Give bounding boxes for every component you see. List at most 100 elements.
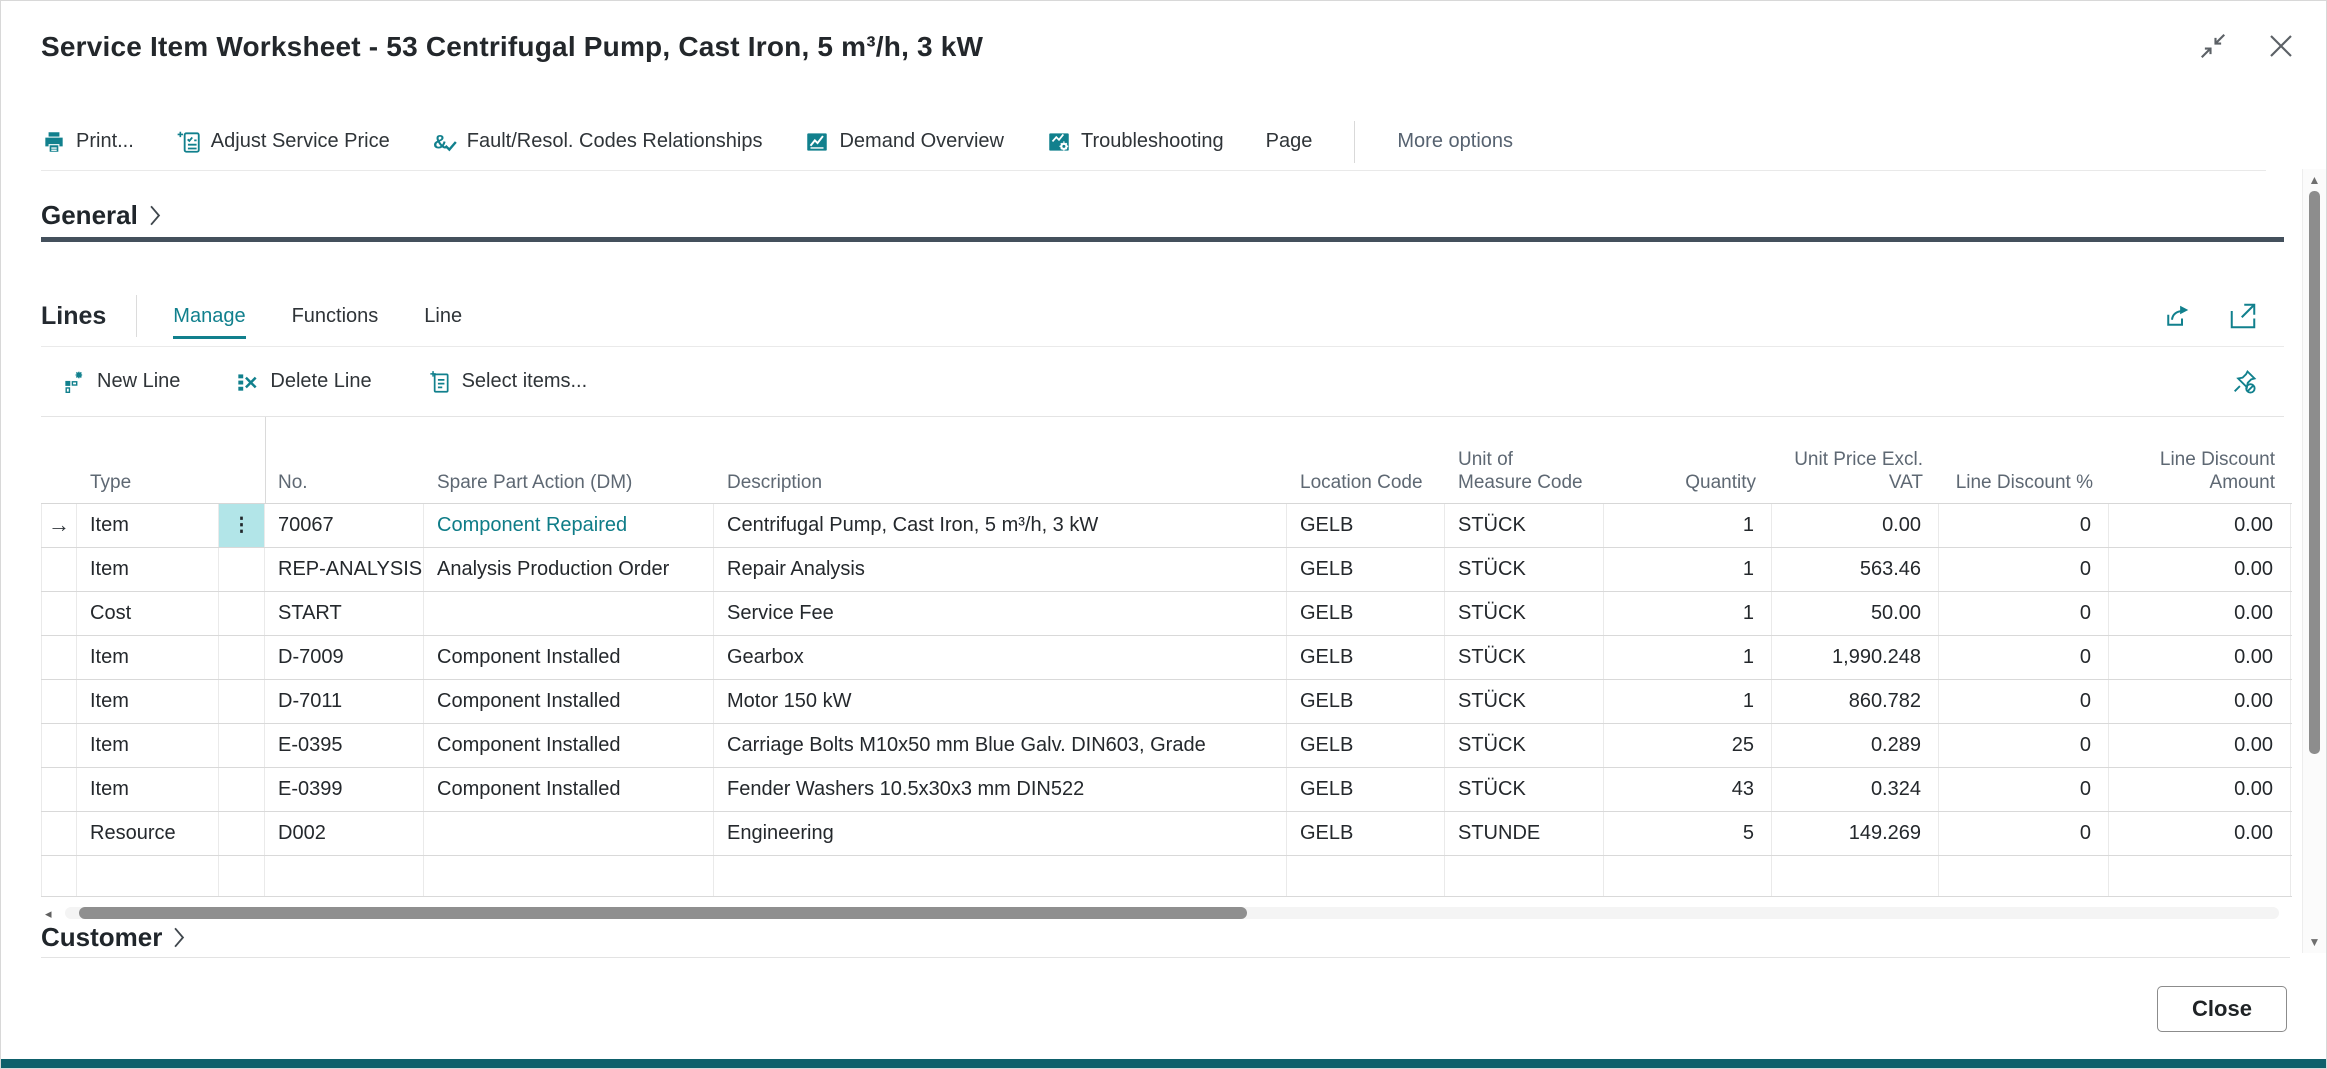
cell-type[interactable]: Item: [77, 504, 219, 547]
cell-line-discount-pct[interactable]: [1939, 856, 2109, 896]
cell-location-code[interactable]: GELB: [1287, 592, 1445, 635]
column-header-uom[interactable]: Unit of Measure Code: [1445, 448, 1604, 503]
fault-resol-codes-relationships-button[interactable]: & Fault/Resol. Codes Relationships: [432, 129, 763, 155]
demand-overview-button[interactable]: Demand Overview: [804, 129, 1004, 155]
cell-line-discount-amount[interactable]: 0.00: [2109, 636, 2291, 679]
cell-unit-price[interactable]: 563.46: [1772, 548, 1939, 591]
cell-description[interactable]: Fender Washers 10.5x30x3 mm DIN522: [714, 768, 1287, 811]
cell-spare-part-action[interactable]: Component Installed: [424, 724, 714, 767]
row-menu-cell[interactable]: [219, 856, 265, 896]
row-indicator-cell[interactable]: [41, 724, 77, 767]
cell-unit-price[interactable]: 0.289: [1772, 724, 1939, 767]
cell-location-code[interactable]: GELB: [1287, 548, 1445, 591]
row-menu-cell[interactable]: ⋮: [219, 504, 265, 547]
cell-line-discount-pct[interactable]: 0: [1939, 636, 2109, 679]
cell-line-discount-pct[interactable]: 0: [1939, 812, 2109, 855]
cell-line-discount-pct[interactable]: 0: [1939, 592, 2109, 635]
cell-description[interactable]: Carriage Bolts M10x50 mm Blue Galv. DIN6…: [714, 724, 1287, 767]
adjust-service-price-button[interactable]: Adjust Service Price: [176, 129, 390, 155]
cell-quantity[interactable]: 5: [1604, 812, 1772, 855]
scroll-up-icon[interactable]: ▲: [2303, 173, 2326, 187]
cell-unit-of-measure[interactable]: STÜCK: [1445, 592, 1604, 635]
cell-no[interactable]: D-7009: [265, 636, 424, 679]
cell-description[interactable]: Gearbox: [714, 636, 1287, 679]
row-menu-cell[interactable]: [219, 724, 265, 767]
row-indicator-cell[interactable]: [41, 548, 77, 591]
tab-manage[interactable]: Manage: [173, 286, 245, 346]
cell-type[interactable]: [77, 856, 219, 896]
column-header-discpct[interactable]: Line Discount %: [1939, 471, 2109, 503]
cell-spare-part-action[interactable]: [424, 856, 714, 896]
cell-quantity[interactable]: [1604, 856, 1772, 896]
cell-no[interactable]: [265, 856, 424, 896]
cell-no[interactable]: 70067: [265, 504, 424, 547]
cell-unit-of-measure[interactable]: STÜCK: [1445, 504, 1604, 547]
cell-line-discount-pct[interactable]: 0: [1939, 680, 2109, 723]
cell-line-discount-pct[interactable]: 0: [1939, 504, 2109, 547]
cell-location-code[interactable]: GELB: [1287, 636, 1445, 679]
cell-spare-part-action[interactable]: Component Installed: [424, 768, 714, 811]
cell-line-discount-amount[interactable]: 0.00: [2109, 592, 2291, 635]
cell-unit-price[interactable]: [1772, 856, 1939, 896]
cell-description[interactable]: Repair Analysis: [714, 548, 1287, 591]
cell-description[interactable]: [714, 856, 1287, 896]
cell-line-discount-amount[interactable]: [2109, 856, 2291, 896]
row-indicator-cell[interactable]: [41, 812, 77, 855]
cell-unit-of-measure[interactable]: STÜCK: [1445, 768, 1604, 811]
row-menu-cell[interactable]: [219, 812, 265, 855]
customer-section-header[interactable]: Customer: [41, 922, 186, 953]
cell-quantity[interactable]: 1: [1604, 680, 1772, 723]
cell-type[interactable]: Item: [77, 636, 219, 679]
cell-type[interactable]: Item: [77, 724, 219, 767]
cell-line-discount-amount[interactable]: 0.00: [2109, 724, 2291, 767]
column-header-price[interactable]: Unit Price Excl. VAT: [1772, 448, 1939, 503]
cell-location-code[interactable]: [1287, 856, 1445, 896]
column-header-qty[interactable]: Quantity: [1604, 471, 1772, 503]
cell-line-discount-amount[interactable]: 0.00: [2109, 680, 2291, 723]
column-header-no[interactable]: No.: [265, 471, 424, 503]
cell-description[interactable]: Motor 150 kW: [714, 680, 1287, 723]
cell-location-code[interactable]: GELB: [1287, 724, 1445, 767]
cell-description[interactable]: Centrifugal Pump, Cast Iron, 5 m³/h, 3 k…: [714, 504, 1287, 547]
cell-unit-of-measure[interactable]: STÜCK: [1445, 636, 1604, 679]
column-header-spare[interactable]: Spare Part Action (DM): [424, 471, 714, 503]
column-header-discamt[interactable]: Line Discount Amount: [2109, 448, 2291, 503]
cell-spare-part-action[interactable]: Component Repaired: [424, 504, 714, 547]
cell-line-discount-amount[interactable]: 0.00: [2109, 548, 2291, 591]
cell-spare-part-action[interactable]: Component Installed: [424, 680, 714, 723]
row-indicator-cell[interactable]: [41, 636, 77, 679]
cell-type[interactable]: Item: [77, 768, 219, 811]
new-line-button[interactable]: New Line: [61, 369, 180, 395]
cell-quantity[interactable]: 1: [1604, 504, 1772, 547]
cell-location-code[interactable]: GELB: [1287, 504, 1445, 547]
cell-unit-price[interactable]: 50.00: [1772, 592, 1939, 635]
cell-no[interactable]: START: [265, 592, 424, 635]
cell-location-code[interactable]: GELB: [1287, 680, 1445, 723]
spare-part-action-link[interactable]: Component Repaired: [437, 514, 627, 536]
cell-spare-part-action[interactable]: [424, 812, 714, 855]
more-options-button[interactable]: More options: [1397, 130, 1513, 153]
cell-quantity[interactable]: 1: [1604, 592, 1772, 635]
cell-unit-price[interactable]: 0.00: [1772, 504, 1939, 547]
cell-type[interactable]: Item: [77, 680, 219, 723]
cell-line-discount-amount[interactable]: 0.00: [2109, 812, 2291, 855]
cell-no[interactable]: D-7011: [265, 680, 424, 723]
cell-no[interactable]: E-0399: [265, 768, 424, 811]
row-indicator-cell[interactable]: →: [41, 504, 77, 547]
vertical-scrollbar-thumb[interactable]: [2309, 191, 2320, 754]
share-icon[interactable]: [2162, 301, 2192, 331]
cell-unit-price[interactable]: 1,990.248: [1772, 636, 1939, 679]
row-menu-cell[interactable]: [219, 548, 265, 591]
row-menu-ellipsis-icon[interactable]: ⋮: [232, 505, 251, 547]
cell-unit-price[interactable]: 149.269: [1772, 812, 1939, 855]
cell-description[interactable]: Service Fee: [714, 592, 1287, 635]
column-header-desc[interactable]: Description: [714, 471, 1287, 503]
cell-line-discount-amount[interactable]: 0.00: [2109, 504, 2291, 547]
row-indicator-cell[interactable]: [41, 592, 77, 635]
cell-line-discount-pct[interactable]: 0: [1939, 768, 2109, 811]
general-section-header[interactable]: General: [41, 200, 162, 231]
scroll-left-icon[interactable]: ◂: [45, 906, 52, 922]
row-menu-cell[interactable]: [219, 592, 265, 635]
cell-no[interactable]: REP-ANALYSIS: [265, 548, 424, 591]
cell-quantity[interactable]: 1: [1604, 636, 1772, 679]
